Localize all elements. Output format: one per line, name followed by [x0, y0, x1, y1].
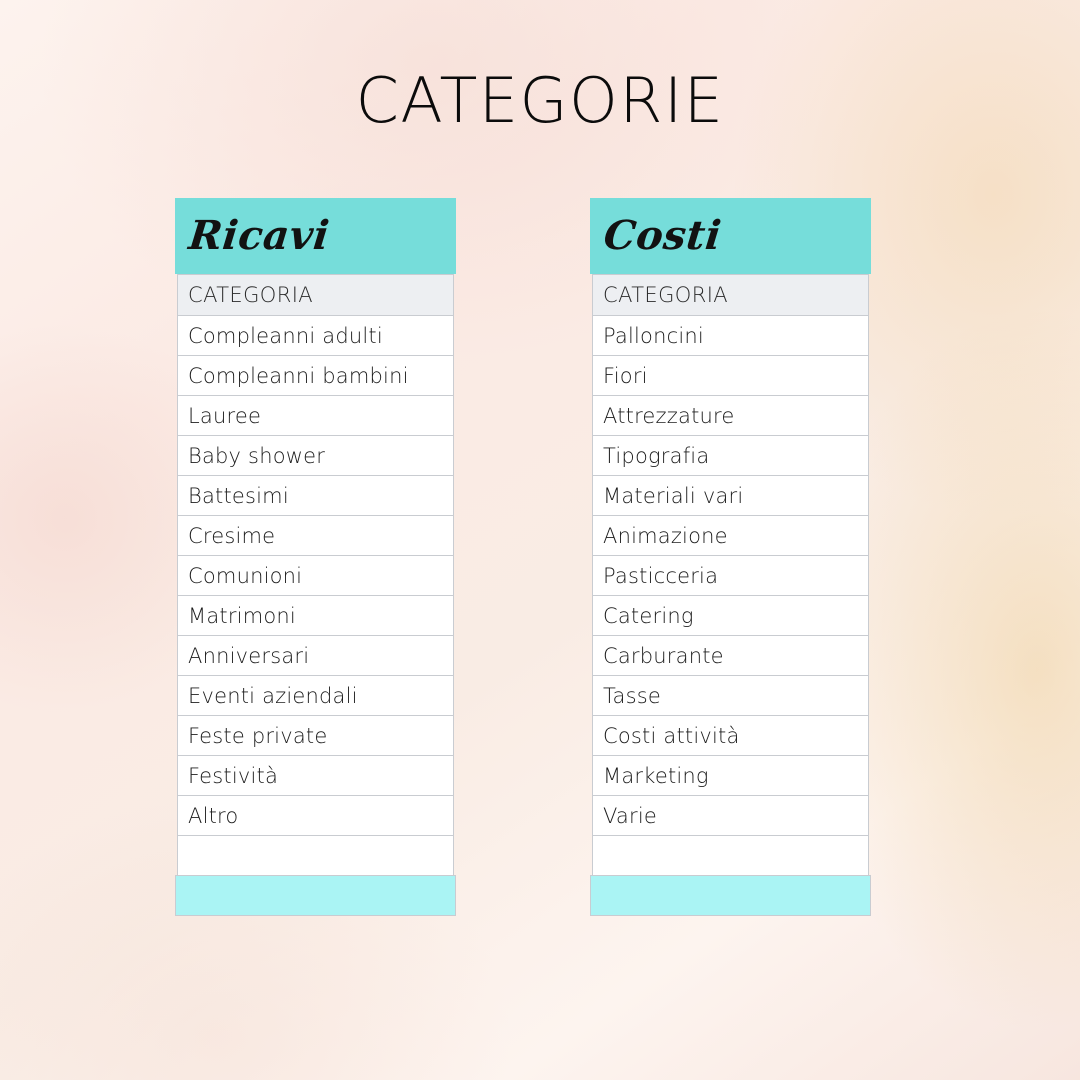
page-root: CATEGORIE Ricavi CATEGORIA Compleanni ad… — [0, 0, 1080, 1080]
costi-table: Costi CATEGORIA Palloncini Fiori Attrezzat… — [590, 198, 871, 916]
table-row-label: Fiori — [603, 363, 648, 388]
table-row-label: Baby shower — [188, 443, 326, 468]
table-row-label: Compleanni adulti — [188, 323, 383, 348]
table-row[interactable]: Cresime — [177, 515, 454, 556]
costi-column-header-label: CATEGORIA — [603, 283, 729, 307]
table-row[interactable]: Costi attività — [592, 715, 869, 756]
table-row[interactable]: Pasticceria — [592, 555, 869, 596]
table-row-label: Matrimoni — [188, 603, 296, 628]
table-row[interactable]: Compleanni adulti — [177, 315, 454, 356]
table-row[interactable]: Materiali vari — [592, 475, 869, 516]
table-row-label: Palloncini — [603, 323, 704, 348]
table-row[interactable]: Baby shower — [177, 435, 454, 476]
table-row-label: Lauree — [188, 403, 262, 428]
categories-tables-container: Ricavi CATEGORIA Compleanni adulti Comple… — [0, 198, 1080, 938]
ricavi-column-header-label: CATEGORIA — [188, 283, 314, 307]
table-row-label: Catering — [603, 603, 694, 628]
table-row[interactable]: Festività — [177, 755, 454, 796]
table-row-label: Comunioni — [188, 563, 303, 588]
table-row-label: Tasse — [603, 683, 662, 708]
table-row[interactable] — [177, 835, 454, 876]
table-row[interactable]: Eventi aziendali — [177, 675, 454, 716]
ricavi-table: Ricavi CATEGORIA Compleanni adulti Comple… — [175, 198, 456, 916]
table-row-label: Eventi aziendali — [188, 683, 358, 708]
table-row[interactable]: Lauree — [177, 395, 454, 436]
costi-rows: Palloncini Fiori Attrezzature Tipografia Mat… — [590, 315, 871, 876]
table-row-label: Costi attività — [603, 723, 740, 748]
table-row[interactable]: Feste private — [177, 715, 454, 756]
costi-banner: Costi — [590, 198, 871, 274]
ricavi-rows: Compleanni adulti Compleanni bambini Laure… — [175, 315, 456, 876]
table-row[interactable]: Compleanni bambini — [177, 355, 454, 396]
ricavi-column-header: CATEGORIA — [177, 274, 454, 316]
table-row-label: Altro — [188, 803, 239, 828]
table-row-label: Attrezzature — [603, 403, 735, 428]
table-row[interactable]: Varie — [592, 795, 869, 836]
table-row[interactable]: Altro — [177, 795, 454, 836]
table-row[interactable]: Marketing — [592, 755, 869, 796]
table-row[interactable]: Carburante — [592, 635, 869, 676]
table-row-label: Varie — [603, 803, 657, 828]
page-title: CATEGORIE — [355, 64, 725, 137]
table-row-label: Animazione — [603, 523, 728, 548]
table-row[interactable]: Fiori — [592, 355, 869, 396]
table-row-label: Battesimi — [188, 483, 289, 508]
table-row[interactable]: Matrimoni — [177, 595, 454, 636]
table-row[interactable]: Catering — [592, 595, 869, 636]
table-row[interactable] — [592, 835, 869, 876]
table-row-label: Anniversari — [188, 643, 310, 668]
ricavi-footer-band — [175, 875, 456, 916]
costi-column-header: CATEGORIA — [592, 274, 869, 316]
ricavi-banner-label: Ricavi — [186, 212, 332, 259]
table-row[interactable]: Comunioni — [177, 555, 454, 596]
table-row-label: Cresime — [188, 523, 276, 548]
table-row-label: Compleanni bambini — [188, 363, 409, 388]
table-row-label: Marketing — [603, 763, 709, 788]
table-row[interactable]: Animazione — [592, 515, 869, 556]
table-row-label: Feste private — [188, 723, 328, 748]
costi-banner-label: Costi — [601, 212, 724, 259]
table-row-label: Tipografia — [603, 443, 710, 468]
table-row-label: Carburante — [603, 643, 724, 668]
table-row-label: Festività — [188, 763, 279, 788]
table-row[interactable]: Tipografia — [592, 435, 869, 476]
table-row[interactable]: Battesimi — [177, 475, 454, 516]
ricavi-banner: Ricavi — [175, 198, 456, 274]
table-row[interactable]: Palloncini — [592, 315, 869, 356]
table-row[interactable]: Attrezzature — [592, 395, 869, 436]
table-row[interactable]: Tasse — [592, 675, 869, 716]
table-row-label: Pasticceria — [603, 563, 719, 588]
costi-footer-band — [590, 875, 871, 916]
table-row[interactable]: Anniversari — [177, 635, 454, 676]
table-row-label: Materiali vari — [603, 483, 744, 508]
